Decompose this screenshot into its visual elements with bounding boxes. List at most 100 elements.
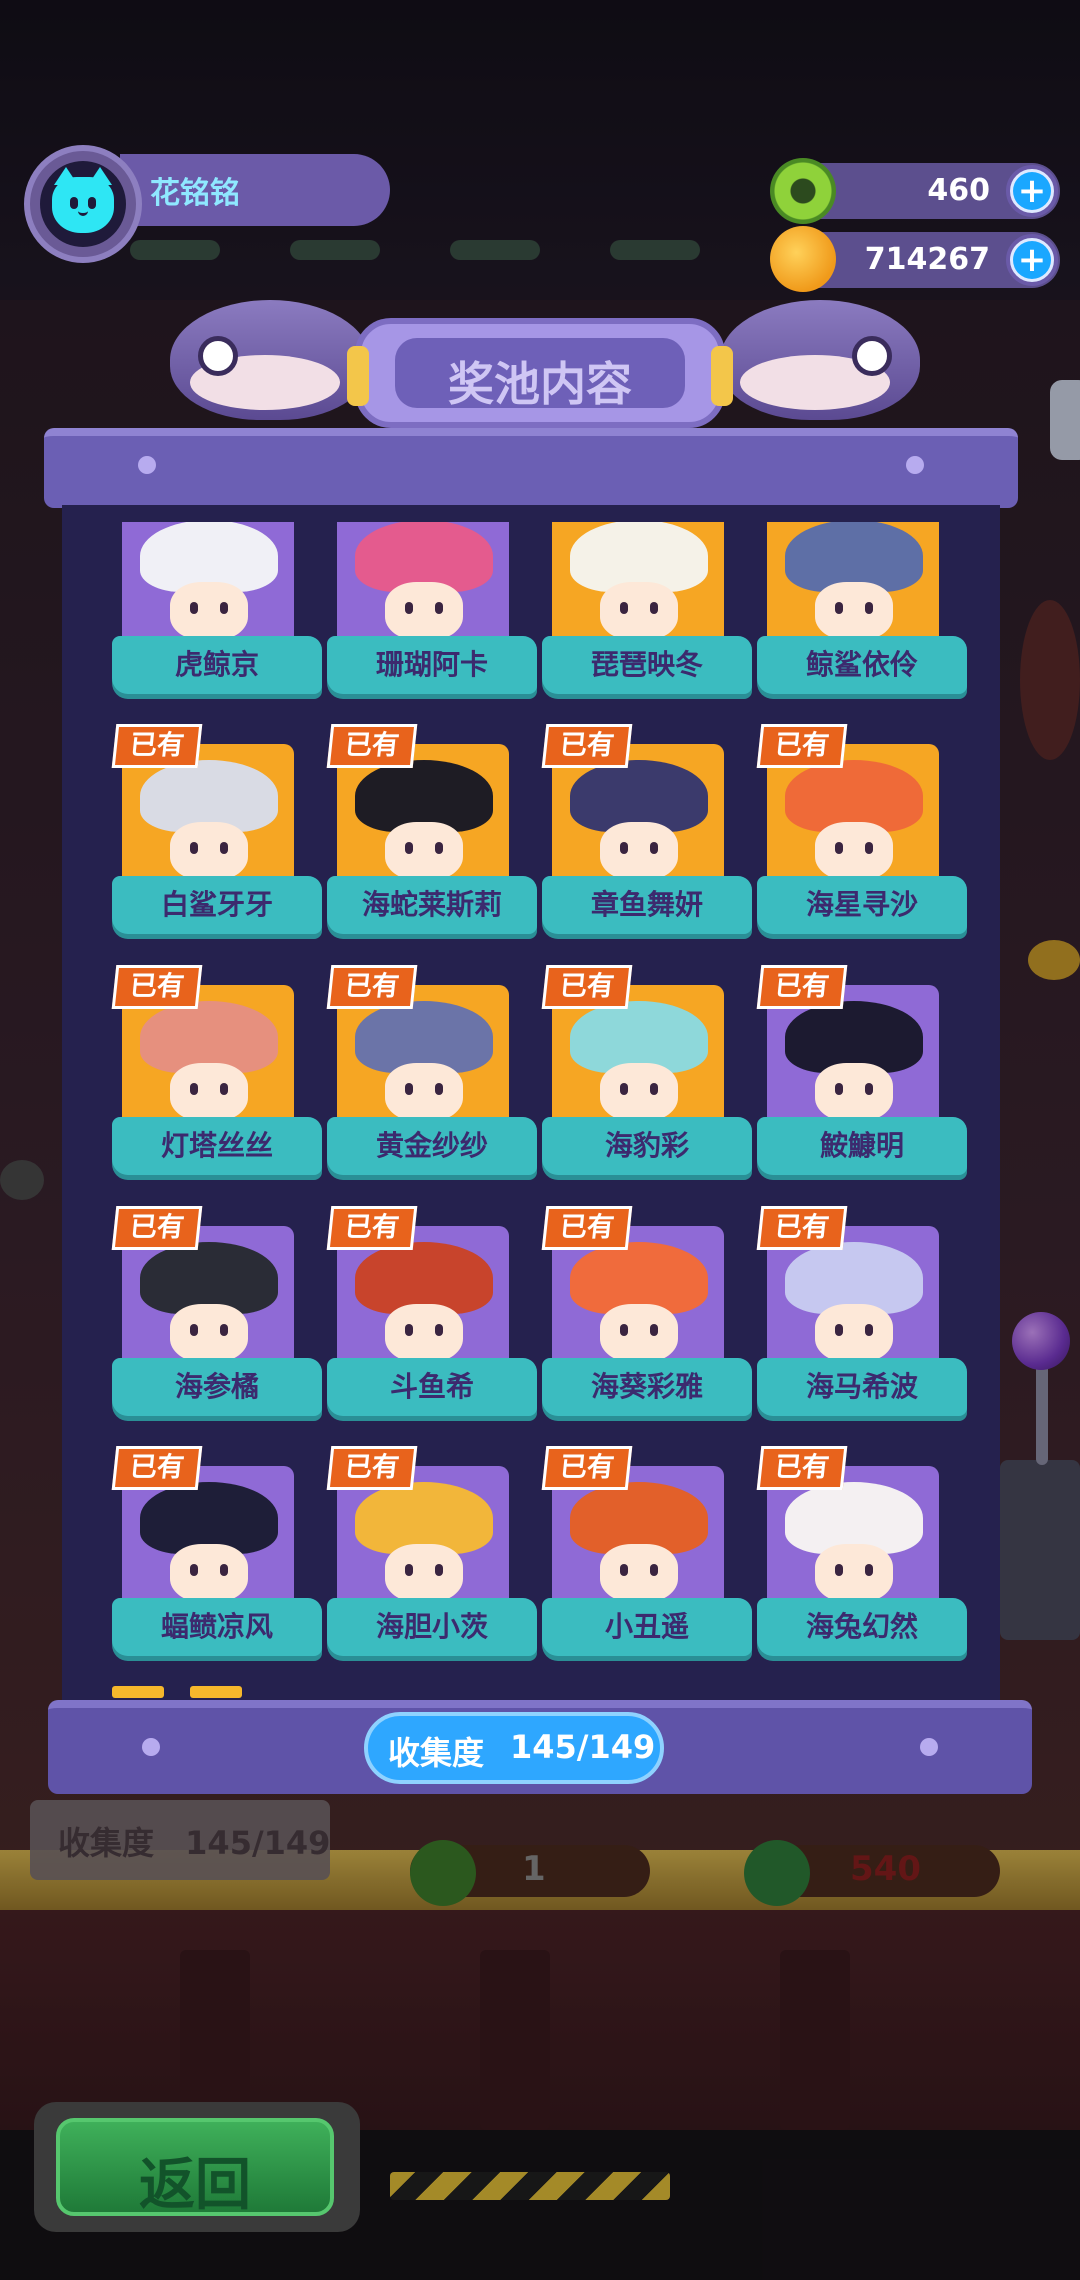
character-face — [815, 1304, 893, 1362]
owned-badge: 已有 — [111, 1446, 203, 1490]
character-face — [815, 822, 893, 880]
prize-card[interactable]: 已有白鲨牙牙 — [111, 724, 324, 964]
nav-indicator — [450, 240, 540, 260]
character-name: 海豹彩 — [604, 1129, 689, 1162]
character-face — [815, 1544, 893, 1602]
collection-label: 收集度 — [388, 1734, 485, 1772]
character-name: 海葵彩雅 — [590, 1370, 703, 1403]
character-portrait — [122, 522, 294, 654]
character-face — [170, 1304, 248, 1362]
character-nameplate: 珊瑚阿卡 — [327, 636, 537, 694]
owned-badge: 已有 — [326, 1206, 418, 1250]
character-name: 海马希波 — [805, 1370, 918, 1403]
nav-indicator — [130, 240, 220, 260]
character-name: 鮟鱇明 — [819, 1129, 904, 1162]
character-nameplate: 海豹彩 — [542, 1117, 752, 1175]
prize-card[interactable]: 已有 海星寻沙 — [756, 724, 969, 964]
owned-badge: 已有 — [756, 1446, 848, 1490]
plus-icon: + — [1013, 241, 1051, 279]
prize-card[interactable]: 已有海蛇莱斯莉 — [326, 724, 539, 964]
character-face — [600, 1304, 678, 1362]
prize-card[interactable]: 已有 黄金纱纱 — [326, 965, 539, 1205]
character-name: 珊瑚阿卡 — [375, 648, 488, 681]
character-name: 白鲨牙牙 — [160, 888, 273, 921]
orange-planet-coin-icon — [770, 226, 836, 292]
character-name: 灯塔丝丝 — [160, 1129, 273, 1162]
character-nameplate: 海胆小茨 — [327, 1598, 537, 1656]
prize-card[interactable]: 已有蝠鲼凉风 — [111, 1446, 324, 1677]
currency-orange-value: 714267 — [864, 242, 990, 277]
character-nameplate: 海蛇莱斯莉 — [327, 876, 537, 934]
character-name: 鲸鲨依伶 — [805, 648, 918, 681]
character-name: 蝠鲼凉风 — [160, 1610, 273, 1643]
currency-green-value: 460 — [927, 173, 990, 208]
prize-grid[interactable]: 虎鲸京 珊瑚阿卡 琵琶映冬 鲸鲨依伶 已有 白鲨牙牙 已有 海蛇莱斯莉 已有 章鱼舞妍 已有 海星寻沙… — [62, 522, 1000, 1677]
character-face — [815, 1063, 893, 1121]
prize-card[interactable]: 已有 斗鱼希 — [326, 1206, 539, 1446]
prize-card[interactable]: 虎鲸京 — [112, 522, 324, 724]
character-name: 小丑遥 — [604, 1610, 689, 1643]
panel-header-rail — [44, 428, 1018, 508]
owned-badge: 已有 — [326, 724, 418, 768]
nav-indicator — [290, 240, 380, 260]
character-face — [170, 1544, 248, 1602]
character-nameplate: 斗鱼希 — [327, 1358, 537, 1416]
character-name: 海参橘 — [174, 1370, 259, 1403]
back-button[interactable]: 返回 — [56, 2118, 334, 2218]
character-nameplate: 鲸鲨依伶 — [757, 636, 967, 694]
character-name: 海兔幻然 — [805, 1610, 918, 1643]
prize-card[interactable]: 珊瑚阿卡 — [327, 522, 539, 724]
avatar[interactable] — [24, 145, 142, 263]
prize-card[interactable]: 已有海兔幻然 — [756, 1446, 969, 1677]
character-name: 海蛇莱斯莉 — [361, 888, 502, 921]
character-face — [815, 582, 893, 640]
cyan-cat-icon — [52, 167, 114, 233]
prize-card[interactable]: 已有 鮟鱇明 — [756, 965, 969, 1205]
character-portrait — [337, 522, 509, 654]
character-face — [385, 1304, 463, 1362]
character-face — [385, 582, 463, 640]
owned-badge: 已有 — [756, 724, 848, 768]
character-portrait — [552, 522, 724, 654]
character-name: 琵琶映冬 — [590, 648, 703, 681]
right-fish-icon — [720, 300, 920, 420]
panel-title: 奖池内容 — [448, 357, 632, 411]
character-nameplate: 鮟鱇明 — [757, 1117, 967, 1175]
left-fish-icon — [170, 300, 370, 420]
prize-card[interactable]: 已有海参橘 — [111, 1206, 324, 1446]
character-nameplate: 海星寻沙 — [757, 876, 967, 934]
add-green-currency-button[interactable]: + — [1006, 165, 1058, 217]
character-nameplate: 海参橘 — [112, 1358, 322, 1416]
prize-card[interactable]: 已有灯塔丝丝 — [111, 965, 324, 1205]
owned-badge: 已有 — [111, 724, 203, 768]
character-nameplate: 灯塔丝丝 — [112, 1117, 322, 1175]
character-nameplate: 黄金纱纱 — [327, 1117, 537, 1175]
player-name: 花铭铭 — [150, 176, 240, 211]
prize-card[interactable]: 已有 章鱼舞妍 — [541, 724, 754, 964]
character-nameplate: 琵琶映冬 — [542, 636, 752, 694]
character-nameplate: 海马希波 — [757, 1358, 967, 1416]
character-face — [385, 1544, 463, 1602]
owned-badge: 已有 — [111, 1206, 203, 1250]
add-orange-currency-button[interactable]: + — [1006, 234, 1058, 286]
owned-badge: 已有 — [111, 965, 203, 1009]
character-face — [385, 822, 463, 880]
scroll-indicator — [112, 1686, 242, 1700]
nav-indicator — [610, 240, 700, 260]
character-nameplate: 白鲨牙牙 — [112, 876, 322, 934]
prize-card[interactable]: 鲸鲨依伶 — [757, 522, 969, 724]
character-face — [170, 1063, 248, 1121]
prize-card[interactable]: 琵琶映冬 — [542, 522, 754, 724]
plus-icon: + — [1013, 172, 1051, 210]
character-name: 虎鲸京 — [174, 648, 259, 681]
prize-card[interactable]: 已有 海葵彩雅 — [541, 1206, 754, 1446]
prize-card[interactable]: 已有 小丑遥 — [541, 1446, 754, 1677]
prize-card[interactable]: 已有 海马希波 — [756, 1206, 969, 1446]
rivet — [138, 456, 156, 474]
green-donut-coin-icon — [770, 158, 836, 224]
character-nameplate: 海葵彩雅 — [542, 1358, 752, 1416]
prize-card[interactable]: 已有 海胆小茨 — [326, 1446, 539, 1677]
prize-card[interactable]: 已有 海豹彩 — [541, 965, 754, 1205]
character-face — [600, 1063, 678, 1121]
rivet — [920, 1738, 938, 1756]
